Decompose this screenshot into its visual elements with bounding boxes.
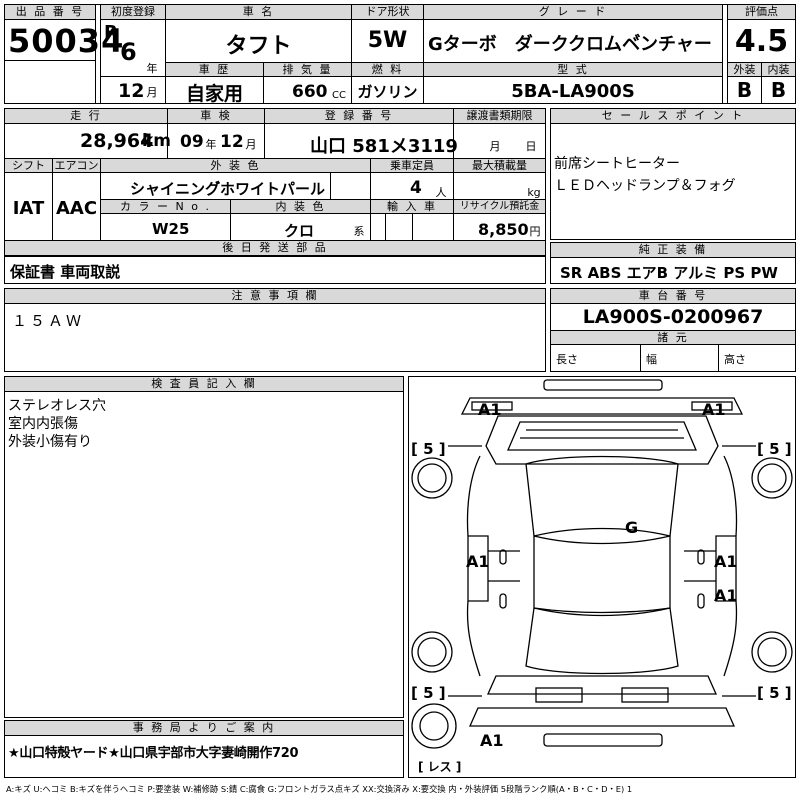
chassis-number: LA900S-0200967	[582, 306, 764, 328]
mileage-header: 走 行	[5, 109, 167, 124]
aircon: AAC	[55, 198, 98, 219]
office-info: ★山口特殻ヤード★山口県宇部市大字妻崎開作720	[8, 746, 299, 761]
mark-side-right-rear: A1	[714, 586, 738, 605]
plate-number: 山口 581メ3119	[310, 136, 458, 157]
inspector-line-3: 外装小傷有り	[8, 434, 92, 450]
notes: １５ＡＷ	[12, 312, 85, 330]
person-unit: 人	[435, 186, 447, 199]
plate-header: 登 録 番 号	[265, 109, 453, 124]
month-unit: 月	[146, 86, 158, 99]
transfer-deadline-header: 譲渡書類期限	[454, 109, 545, 124]
score: 4.5	[734, 24, 789, 59]
exterior-header: 外装	[728, 63, 761, 77]
sales-point-line-2: ＬＥＤヘッドランプ＆フォグ	[554, 178, 736, 194]
fuel: ガソリン	[357, 83, 418, 101]
mark-rear-left: A1	[480, 731, 504, 750]
year-unit: 年	[146, 62, 158, 75]
shift-header: シフト	[5, 159, 52, 173]
length-label: 長さ	[556, 353, 578, 366]
exterior-color: シャイニング゙ホワイトパール	[130, 180, 326, 198]
max-load-header: 最大積載量	[454, 159, 545, 173]
model: 5BA-LA900S	[511, 81, 635, 102]
score-header: 評価点	[728, 5, 795, 20]
car-name: タフト	[225, 34, 292, 59]
recycle-fee: 8,850	[478, 220, 529, 239]
interior-color: クロ	[284, 222, 315, 240]
tire-front-right: [ 5 ]	[757, 440, 792, 458]
tire-rear-left: [ 5 ]	[411, 684, 446, 702]
mark-side-left: A1	[466, 552, 490, 571]
grade-header: グ レ ー ド	[424, 5, 722, 20]
lot-number-header: 出 品 番 号	[5, 5, 95, 20]
inspection-year-unit: 年	[205, 138, 217, 151]
exterior-grade: B	[736, 78, 753, 102]
equipment-header: 純 正 装 備	[551, 243, 795, 258]
mark-front-left: A1	[478, 400, 502, 419]
transfer-month-unit: 月	[489, 140, 501, 153]
yen-unit: 円	[529, 225, 541, 238]
inspector-line-2: 室内内張傷	[8, 416, 78, 432]
grade: Gターボ ダーククロムベ゙ンチャー	[428, 34, 712, 55]
history: 自家用	[185, 83, 243, 105]
door-type: 5W	[367, 28, 408, 53]
car-name-header: 車 名	[166, 5, 351, 20]
chassis-header: 車 台 番 号	[551, 289, 795, 304]
dimensions-header: 諸 元	[551, 331, 795, 345]
model-header: 型 式	[424, 63, 722, 77]
era-mark: R	[104, 22, 118, 43]
notes-header: 注 意 事 項 欄	[5, 289, 545, 304]
width-label: 幅	[646, 353, 657, 366]
inspection-year: 09	[180, 132, 204, 152]
door-type-header: ドア形状	[352, 5, 423, 20]
spare-tire: [ レス ]	[418, 760, 462, 774]
sales-point-line-1: 前席シートヒーター	[554, 156, 680, 172]
color-number-header: カ ラ ー N o .	[101, 200, 230, 214]
inspection-month: 12	[220, 132, 244, 152]
fuel-header: 燃 料	[352, 63, 423, 77]
registration-month: 12	[118, 80, 145, 102]
capacity-header: 乗車定員	[371, 159, 453, 173]
inspector-line-1: ステレオレス穴	[8, 398, 106, 414]
interior-color-unit: 系	[353, 225, 365, 238]
transfer-day-unit: 日	[525, 140, 537, 153]
first-registration-header: 初度登録	[101, 5, 165, 20]
sales-point-header: セ ー ル ス ポ イ ン ト	[551, 109, 795, 124]
mark-side-right: A1	[714, 552, 738, 571]
color-number: W25	[152, 220, 190, 238]
office-header: 事 務 局 よ り ご 案 内	[5, 721, 403, 736]
interior-color-header: 内 装 色	[231, 200, 370, 214]
shift: IAT	[12, 198, 45, 219]
mark-front-right: A1	[702, 400, 726, 419]
history-header: 車 歴	[166, 63, 263, 77]
sales-point-block	[550, 108, 796, 240]
capacity: 4	[410, 178, 422, 198]
recycle-header: リサイクル預託金	[454, 200, 545, 214]
height-label: 高さ	[724, 353, 746, 366]
equipment: SR ABS エアB アルミ PS PW	[560, 264, 778, 282]
interior-header: 内装	[762, 63, 795, 77]
tire-rear-right: [ 5 ]	[757, 684, 792, 702]
inspection-header: 車 検	[168, 109, 264, 124]
car-outline-diagram	[411, 379, 793, 749]
legend: A:キズ U:ヘコミ B:キズを伴うヘコミ P:要塗装 W:補修跡 S:錆 C:…	[6, 784, 633, 794]
later-parts-header: 後 日 発 送 部 品	[5, 241, 545, 256]
color-header: 外 装 色	[101, 159, 370, 173]
displacement-header: 排 気 量	[264, 63, 351, 77]
inspection-month-unit: 月	[245, 138, 257, 151]
registration-year: 6	[120, 38, 137, 66]
import-header: 輸 入 車	[371, 200, 453, 214]
km-unit: km	[142, 131, 172, 151]
inspector-header: 検 査 員 記 入 欄	[5, 377, 403, 392]
later-parts: 保証書 車両取説	[10, 263, 121, 281]
kg-unit: kg	[527, 186, 541, 199]
cc-unit: CC	[332, 90, 346, 101]
aircon-header: エアコン	[53, 159, 100, 173]
interior-grade: B	[770, 78, 787, 102]
displacement: 660	[292, 82, 328, 102]
tire-front-left: [ 5 ]	[411, 440, 446, 458]
mark-roof: G	[625, 518, 639, 537]
